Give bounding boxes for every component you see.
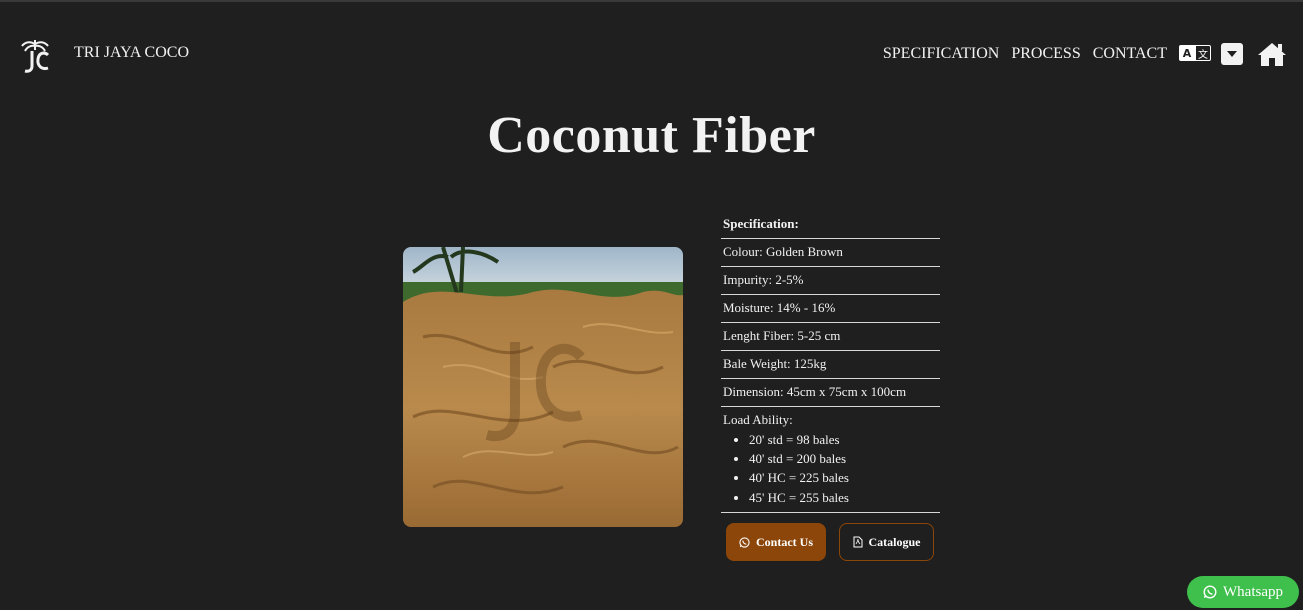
home-icon[interactable] <box>1257 41 1287 67</box>
spec-load-ability: Load Ability: 20' std = 98 bales 40' std… <box>721 407 940 513</box>
list-item: 40' std = 200 bales <box>749 449 938 468</box>
nav-menu: SPECIFICATION PROCESS CONTACT A文 <box>883 40 1303 68</box>
spec-colour: Colour: Golden Brown <box>721 239 940 267</box>
spec-impurity: Impurity: 2-5% <box>721 267 940 295</box>
list-item: 45' HC = 255 bales <box>749 488 938 507</box>
spec-bale-weight: Bale Weight: 125kg <box>721 351 940 379</box>
load-ability-label: Load Ability: <box>723 412 793 427</box>
whatsapp-float-button[interactable]: Whatsapp <box>1187 576 1299 608</box>
list-item: 20' std = 98 bales <box>749 430 938 449</box>
spec-heading: Specification: <box>721 212 940 239</box>
brand-name[interactable]: TRI JAYA COCO <box>74 44 189 62</box>
nav-link-process[interactable]: PROCESS <box>1011 45 1080 63</box>
list-item: 40' HC = 225 bales <box>749 468 938 487</box>
whatsapp-icon <box>1203 585 1217 599</box>
spec-fiber-length: Lenght Fiber: 5-25 cm <box>721 323 940 351</box>
caret-down-icon[interactable] <box>1221 43 1243 65</box>
whatsapp-label: Whatsapp <box>1223 583 1283 600</box>
tri-jaya-coco-logo[interactable] <box>18 38 52 74</box>
translate-icon[interactable]: A文 <box>1179 45 1213 63</box>
page-title: Coconut Fiber <box>487 107 816 164</box>
catalogue-label: Catalogue <box>868 534 921 549</box>
nav-link-specification[interactable]: SPECIFICATION <box>883 45 999 63</box>
whatsapp-icon <box>739 536 750 548</box>
specification-table: Specification: Colour: Golden Brown Impu… <box>721 212 940 513</box>
load-ability-list: 20' std = 98 bales 40' std = 200 bales 4… <box>723 430 938 507</box>
catalogue-button[interactable]: Catalogue <box>839 523 934 561</box>
pdf-file-icon <box>853 536 862 548</box>
coconut-fiber-photo <box>403 247 683 527</box>
contact-us-button[interactable]: Contact Us <box>726 523 826 561</box>
nav-link-contact[interactable]: CONTACT <box>1093 45 1167 63</box>
spec-dimension: Dimension: 45cm x 75cm x 100cm <box>721 379 940 407</box>
spec-moisture: Moisture: 14% - 16% <box>721 295 940 323</box>
top-navbar: TRI JAYA COCO SPECIFICATION PROCESS CONT… <box>0 2 1303 102</box>
contact-us-label: Contact Us <box>756 534 813 549</box>
